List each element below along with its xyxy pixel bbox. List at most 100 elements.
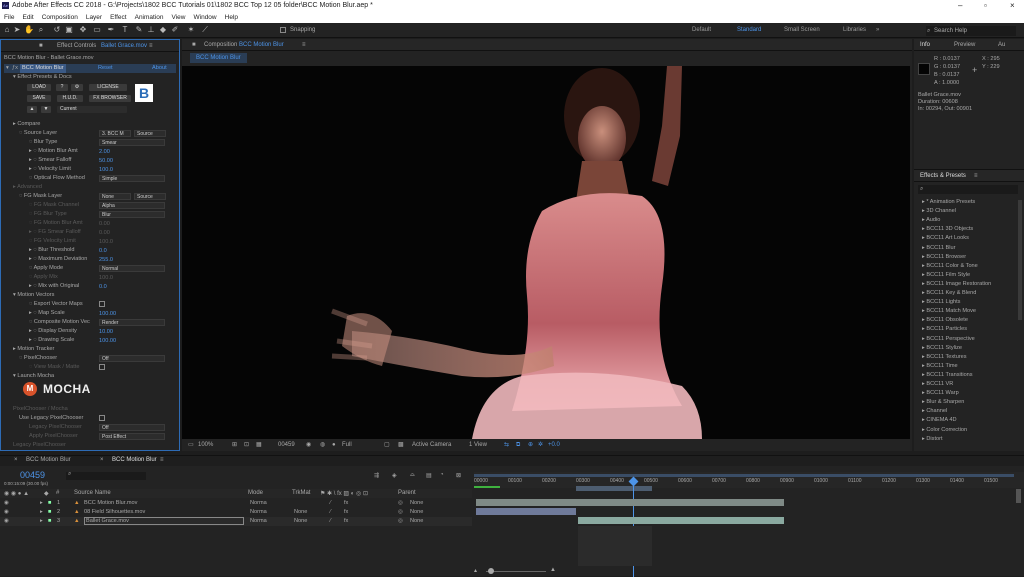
effects-category-item[interactable]: ▸ BCC11 Match Move xyxy=(922,307,976,316)
composition-mini-flowchart-icon[interactable]: ⇶ xyxy=(374,472,379,479)
mask-tool-icon[interactable]: ▭ xyxy=(92,25,102,35)
fx-switch-icon[interactable]: fx xyxy=(344,517,348,526)
expand-arrow-icon[interactable]: ▸ xyxy=(40,508,43,517)
help-button[interactable]: ? xyxy=(56,84,68,91)
brush-tool-icon[interactable]: ✎ xyxy=(134,25,144,35)
param-row[interactable]: ▸ ◌ Map Scale xyxy=(29,309,65,318)
stopwatch-icon[interactable]: ▸ ◌ xyxy=(29,229,38,235)
pin-tool-icon[interactable]: ⟋ xyxy=(200,25,210,35)
param-row[interactable]: PixelChooser / Mocha xyxy=(13,405,68,414)
zoom-in-icon[interactable]: ▲ xyxy=(550,567,556,573)
param-value[interactable]: Post Effect xyxy=(99,433,165,440)
param-value[interactable]: 0.00 xyxy=(99,220,110,229)
current-preset-field[interactable]: Current xyxy=(57,106,127,113)
workspace-overflow-icon[interactable]: » xyxy=(876,27,879,33)
zoom-slider-thumb[interactable] xyxy=(488,568,494,574)
lock-icon[interactable]: ■ xyxy=(192,39,196,51)
menu-file[interactable]: File xyxy=(0,12,18,23)
param-value[interactable]: 100.0 xyxy=(99,238,113,247)
stopwatch-icon[interactable]: ▸ ◌ xyxy=(29,337,38,343)
param-row[interactable]: ◌ Apply Mix xyxy=(29,273,58,282)
exposure-value[interactable]: +0.0 xyxy=(548,439,560,451)
maximize-icon[interactable]: ▫ xyxy=(984,0,987,12)
effects-category-item[interactable]: ▸ BCC11 VR xyxy=(922,380,953,389)
effects-category-item[interactable]: ▸ Channel xyxy=(922,407,947,416)
layer-name[interactable]: 08 Field Silhouettes.mov xyxy=(84,508,145,517)
table-row[interactable]: ◉ ▸ ■ 2 ▲ 08 Field Silhouettes.mov Norma None ⁄ f… xyxy=(0,508,472,517)
fx-icon[interactable]: ƒx xyxy=(12,64,18,73)
snapping-checkbox[interactable] xyxy=(280,27,286,33)
param-value[interactable]: 2.00 xyxy=(99,148,110,157)
rotate-tool-icon[interactable]: ↺ xyxy=(52,25,62,35)
effects-category-item[interactable]: ▸ BCC11 Color & Tone xyxy=(922,262,978,271)
param-row[interactable]: ◌ FG Blur Type xyxy=(29,210,67,219)
close-icon[interactable]: × xyxy=(100,457,104,463)
safe-margins-icon[interactable]: ⊡ xyxy=(244,439,249,451)
layer-2-bar[interactable] xyxy=(476,508,576,515)
param-value[interactable]: 255.0 xyxy=(99,256,113,265)
layer-name[interactable]: Ballet Grace.mov xyxy=(84,517,244,525)
effects-category-item[interactable]: ▸ BCC11 Film Style xyxy=(922,271,970,280)
param-row[interactable]: ◌ FG Motion Blur Amt xyxy=(29,219,83,228)
layer-mode-dropdown[interactable]: Norma xyxy=(250,508,267,517)
param-row[interactable]: Apply PixelChooser xyxy=(29,432,78,441)
param-row[interactable]: ◌ Optical Flow Method xyxy=(29,174,85,183)
param-value[interactable]: Off xyxy=(99,355,165,362)
effects-category-item[interactable]: ▸ Audio xyxy=(922,216,940,225)
label-color-icon[interactable]: ■ xyxy=(48,508,51,517)
param-checkbox[interactable] xyxy=(99,415,105,421)
workspace-small-screen[interactable]: Small Screen xyxy=(784,27,820,33)
panel-menu-icon[interactable]: ≡ xyxy=(160,457,164,463)
param-row[interactable]: ◌ Source Layer xyxy=(19,129,57,138)
param-row[interactable]: ◌ Composite Motion Vec xyxy=(29,318,90,327)
param-value[interactable]: Alpha xyxy=(99,202,165,209)
stopwatch-icon[interactable]: ▸ ◌ xyxy=(29,247,38,253)
param-row[interactable]: ▸ ◌ FG Smear Falloff xyxy=(29,228,81,237)
label-color-icon[interactable]: ■ xyxy=(48,517,51,526)
param-checkbox[interactable] xyxy=(99,301,105,307)
layer-parent-dropdown[interactable]: None xyxy=(410,499,423,508)
fx-switch-icon[interactable]: fx xyxy=(344,499,348,508)
minimize-icon[interactable]: – xyxy=(958,0,962,12)
pan-behind-tool-icon[interactable]: ✥ xyxy=(78,25,88,35)
license-button[interactable]: LICENSE xyxy=(89,84,127,91)
param-value[interactable]: 10.00 xyxy=(99,328,113,337)
parent-pickwhip-icon[interactable]: ◎ xyxy=(398,517,403,526)
layer-parent-dropdown[interactable]: None xyxy=(410,517,423,526)
param-value[interactable]: Blur xyxy=(99,211,165,218)
fx-browser-button[interactable]: FX BROWSER xyxy=(89,95,131,102)
layer-mode-dropdown[interactable]: Norma xyxy=(250,499,267,508)
expand-arrow-icon[interactable]: ▸ xyxy=(40,499,43,508)
frame-blending-icon[interactable]: ▤ xyxy=(426,472,432,479)
resolution-dropdown[interactable]: Full xyxy=(342,439,352,451)
lock-icon[interactable]: ■ xyxy=(39,40,43,52)
layer-3-bar[interactable] xyxy=(578,517,784,524)
load-button[interactable]: LOAD xyxy=(27,84,51,91)
menu-edit[interactable]: Edit xyxy=(18,12,37,23)
label-color-icon[interactable]: ■ xyxy=(48,499,51,508)
preview-quality-icon[interactable]: ▭ xyxy=(188,439,194,451)
quality-switch-icon[interactable]: ⁄ xyxy=(330,508,331,517)
expand-arrow-icon[interactable]: ▾ xyxy=(6,64,9,73)
param-checkbox[interactable] xyxy=(99,364,105,370)
param-value[interactable]: 0.0 xyxy=(99,247,107,256)
about-link[interactable]: About xyxy=(152,64,167,73)
stopwatch-icon[interactable]: ▸ ◌ xyxy=(29,148,38,154)
roto-brush-icon[interactable]: ✐ xyxy=(170,25,180,35)
effects-category-item[interactable]: ▸ * Animation Presets xyxy=(922,198,975,207)
param-value[interactable]: None xyxy=(99,193,131,200)
timeline-tab-2[interactable]: BCC Motion Blur xyxy=(112,457,157,463)
timeline-toggle-icon[interactable]: ⧉ xyxy=(516,439,520,451)
param-row[interactable]: ▸ ◌ Mix with Original xyxy=(29,282,79,291)
param-value[interactable]: Simple xyxy=(99,175,165,182)
param-value[interactable]: 100.0 xyxy=(99,274,113,283)
presets-docs-label[interactable]: ▾ Effect Presets & Docs xyxy=(13,73,72,82)
effects-category-item[interactable]: ▸ CINEMA 4D xyxy=(922,416,957,425)
param-row[interactable]: ▸ ◌ Smear Falloff xyxy=(29,156,71,165)
param-value[interactable]: Render xyxy=(99,319,165,326)
layer-mode-dropdown[interactable]: Norma xyxy=(250,517,267,526)
param-row[interactable]: ▸ ◌ Motion Blur Amt xyxy=(29,147,78,156)
puppet-tool-icon[interactable]: ✶ xyxy=(186,25,196,35)
param-row[interactable]: ◌ Blur Type xyxy=(29,138,57,147)
fit-icon[interactable]: ⊞ xyxy=(232,439,237,451)
